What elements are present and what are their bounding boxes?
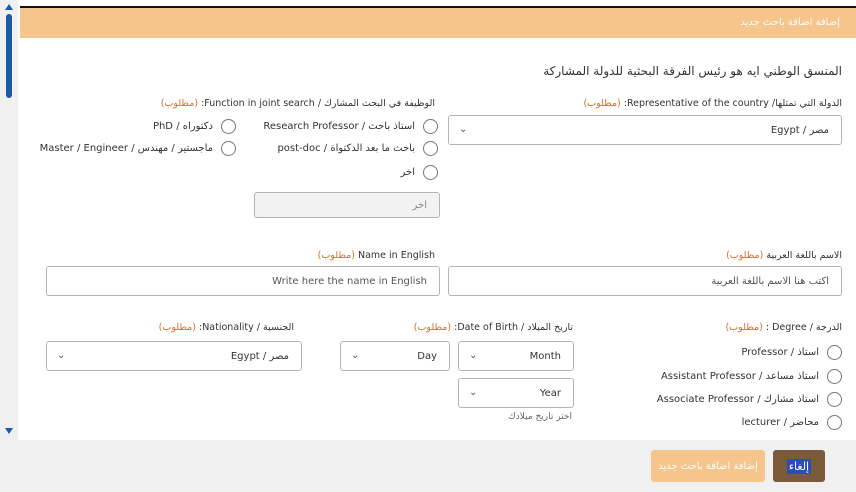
- section-title: المنسق الوطني ايه هو رئيس الفرقة البحثية…: [543, 64, 842, 78]
- function-other-placeholder: اخر: [412, 200, 427, 211]
- chevron-down-icon: ⌄: [351, 350, 360, 361]
- degree-option-assistant-professor[interactable]: استاذ مساعد / Assistant Professor: [661, 368, 842, 384]
- required-tag: (مطلوب): [725, 322, 763, 333]
- country-value: مصر / Egypt: [770, 125, 829, 136]
- required-tag: (مطلوب): [413, 322, 452, 333]
- dob-year-value: Year: [539, 388, 561, 399]
- scroll-up-arrow-icon[interactable]: [5, 4, 13, 10]
- dob-label-text: تاريخ الميلاد / Date of Birth:: [454, 322, 573, 333]
- function-option-other[interactable]: اخر: [401, 164, 438, 180]
- form-content: المنسق الوطني ايه هو رئيس الفرقة البحثية…: [20, 38, 856, 440]
- function-option-post-doc[interactable]: باحث ما بعد الدكتواة / post-doc: [277, 140, 438, 156]
- nationality-label-text: الجنسية / Nationality:: [199, 322, 294, 333]
- radio-button[interactable]: [827, 368, 842, 384]
- dob-label: تاريخ الميلاد / Date of Birth: (مطلوب): [414, 322, 573, 333]
- scroll-down-arrow-icon[interactable]: [5, 428, 13, 434]
- scroll-thumb[interactable]: [6, 14, 12, 98]
- required-tag: (مطلوب): [726, 250, 764, 261]
- dob-month-select[interactable]: Month ⌄: [458, 341, 574, 371]
- degree-option-associate-professor[interactable]: استاذ مشارك / Associate Professor: [657, 391, 842, 407]
- vertical-scrollbar[interactable]: [0, 0, 18, 440]
- country-label-text: الدولة التي تمثلها/ Representative of th…: [623, 98, 842, 109]
- modal-title: إضافة اضافة باحث جديد: [740, 17, 840, 28]
- function-option-research-professor[interactable]: استاذ باحث / Research Professor: [263, 118, 438, 134]
- add-researcher-button[interactable]: إضافة اضافة باحث جديد: [651, 450, 765, 482]
- radio-button[interactable]: [423, 118, 438, 134]
- degree-option-label: استاذ / Professor: [741, 346, 819, 358]
- dob-helper-text: اختر تاريخ ميلادك: [508, 412, 572, 422]
- function-option-label: دكتوراه / PhD: [152, 120, 213, 132]
- dob-year-select[interactable]: Year ⌄: [458, 378, 574, 408]
- modal-header: إضافة اضافة باحث جديد: [20, 6, 856, 38]
- chevron-down-icon: ⌄: [57, 350, 66, 361]
- radio-button[interactable]: [221, 140, 236, 156]
- dob-month-value: Month: [529, 351, 561, 362]
- name-ar-label-text: الاسم باللغة العربية: [766, 250, 842, 261]
- country-label: الدولة التي تمثلها/ Representative of th…: [583, 98, 842, 109]
- dob-day-select[interactable]: Day ⌄: [340, 341, 450, 371]
- function-option-label: استاذ باحث / Research Professor: [263, 120, 415, 132]
- function-option-label: باحث ما بعد الدكتواة / post-doc: [277, 142, 415, 154]
- degree-option-lecturer[interactable]: محاضر / lecturer: [742, 414, 842, 430]
- function-option-label: ماجستير / مهندس / Master / Engineer: [39, 142, 213, 154]
- degree-option-professor[interactable]: استاذ / Professor: [741, 344, 842, 360]
- name-ar-label: الاسم باللغة العربية (مطلوب): [726, 250, 842, 261]
- modal-footer: إضافة اضافة باحث جديد إلغاء: [0, 440, 856, 492]
- radio-button[interactable]: [827, 391, 842, 407]
- required-tag: (مطلوب): [317, 250, 355, 261]
- required-tag: (مطلوب): [160, 98, 199, 109]
- function-label: الوظيفة في البحث المشارك / Function in j…: [161, 98, 435, 109]
- country-select[interactable]: مصر / Egypt ⌄: [448, 115, 842, 145]
- name-ar-input[interactable]: اكتب هنا الاسم باللغة العربية: [448, 266, 842, 296]
- name-en-input[interactable]: Write here the name in English: [46, 266, 440, 296]
- dob-day-value: Day: [417, 351, 437, 362]
- radio-button[interactable]: [827, 414, 842, 430]
- nationality-label: الجنسية / Nationality: (مطلوب): [159, 322, 294, 333]
- function-option-master-engineer[interactable]: ماجستير / مهندس / Master / Engineer: [40, 140, 236, 156]
- name-ar-placeholder: اكتب هنا الاسم باللغة العربية: [711, 276, 829, 287]
- radio-button[interactable]: [423, 164, 438, 180]
- radio-button[interactable]: [221, 118, 236, 134]
- degree-label: الدرجة / Degree : (مطلوب): [726, 322, 842, 333]
- nationality-select[interactable]: مصر / Egypt ⌄: [46, 341, 302, 371]
- function-label-text: الوظيفة في البحث المشارك / Function in j…: [201, 98, 435, 109]
- chevron-down-icon: ⌄: [459, 124, 468, 135]
- radio-button[interactable]: [423, 140, 438, 156]
- cancel-button[interactable]: إلغاء: [773, 450, 825, 482]
- degree-option-label: استاذ مشارك / Associate Professor: [656, 393, 819, 405]
- required-tag: (مطلوب): [583, 98, 621, 109]
- name-en-label: Name in English (مطلوب): [318, 250, 435, 261]
- cancel-button-label: إلغاء: [786, 458, 812, 474]
- function-option-label: اخر: [400, 166, 415, 178]
- degree-label-text: الدرجة / Degree :: [765, 322, 842, 333]
- degree-option-label: محاضر / lecturer: [741, 416, 819, 428]
- degree-option-label: استاذ مساعد / Assistant Professor: [660, 370, 819, 382]
- function-option-phd[interactable]: دكتوراه / PhD: [153, 118, 236, 134]
- function-other-input[interactable]: اخر: [254, 192, 440, 218]
- name-en-label-text: Name in English: [357, 250, 435, 261]
- chevron-down-icon: ⌄: [469, 350, 478, 361]
- chevron-down-icon: ⌄: [469, 387, 478, 398]
- required-tag: (مطلوب): [158, 322, 196, 333]
- name-en-placeholder: Write here the name in English: [272, 276, 427, 287]
- radio-button[interactable]: [827, 344, 842, 360]
- nationality-value: مصر / Egypt: [230, 351, 289, 362]
